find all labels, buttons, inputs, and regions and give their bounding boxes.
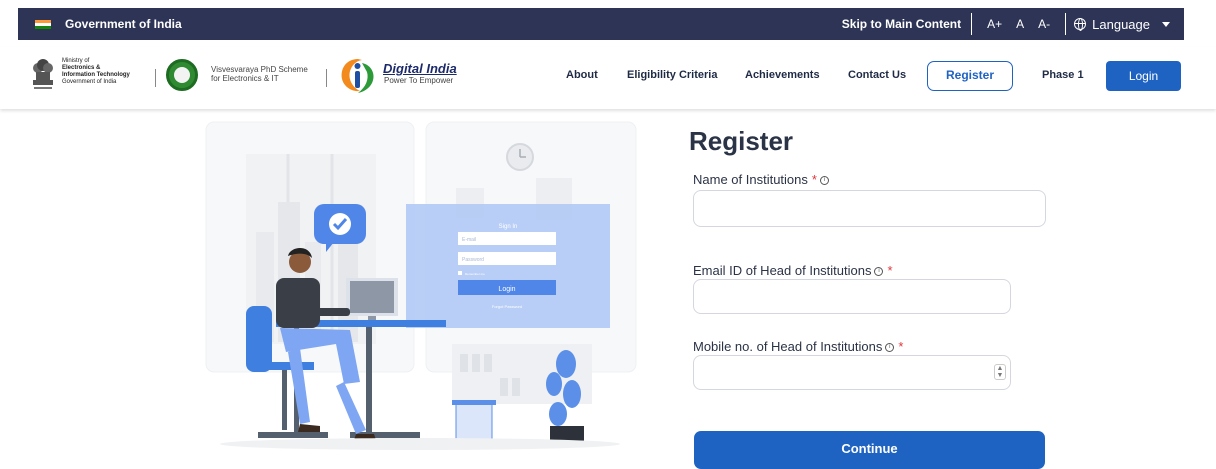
institution-name-label-text: Name of Institutions xyxy=(693,172,808,187)
site-header: Ministry of Electronics & Information Te… xyxy=(0,47,1216,109)
skip-to-main-content-link[interactable]: Skip to Main Content xyxy=(832,13,973,35)
ministry-line-3: Information Technology xyxy=(62,72,130,78)
government-bar-inner: Government of India Skip to Main Content… xyxy=(18,8,1184,40)
continue-button[interactable]: Continue xyxy=(694,431,1045,469)
institution-name-input[interactable] xyxy=(693,190,1046,227)
nav-phase-1[interactable]: Phase 1 xyxy=(1042,69,1084,81)
ministry-line-2: Electronics & xyxy=(62,65,101,71)
ministry-line-1: Ministry of xyxy=(62,58,90,64)
caret-down-icon xyxy=(1162,21,1170,27)
required-marker: * xyxy=(811,172,817,187)
nav-login-button[interactable]: Login xyxy=(1106,61,1181,91)
institution-name-label: Name of Institutions * i xyxy=(693,172,829,187)
government-title: Government of India xyxy=(65,17,182,31)
illustration-forgot: Forgot Password xyxy=(492,304,522,309)
head-email-input[interactable] xyxy=(693,279,1011,314)
nav-about[interactable]: About xyxy=(566,69,598,81)
language-separator xyxy=(1065,13,1067,35)
logo-divider xyxy=(326,69,327,87)
national-emblem-logo xyxy=(33,59,53,89)
illustration-remember: Remember me xyxy=(465,272,485,276)
india-flag-icon xyxy=(35,19,51,29)
nav-register-button[interactable]: Register xyxy=(927,61,1013,91)
language-dropdown[interactable]: Language xyxy=(1074,17,1170,32)
visvesvaraya-scheme-logo xyxy=(166,59,198,91)
font-increase-button[interactable]: A+ xyxy=(980,17,1009,31)
illustration-sign-in-title: Sign In xyxy=(499,224,518,230)
nav-contact-us[interactable]: Contact Us xyxy=(848,69,906,81)
head-mobile-label-text: Mobile no. of Head of Institutions xyxy=(693,339,883,354)
illustration-password-placeholder: Password xyxy=(462,257,484,263)
government-bar: Government of India Skip to Main Content… xyxy=(0,0,1216,47)
head-email-label-text: Email ID of Head of Institutions xyxy=(693,263,872,278)
accessibility-controls: Skip to Main Content A+ A A- Language xyxy=(832,8,1184,40)
font-normal-button[interactable]: A xyxy=(1009,17,1031,31)
head-mobile-input[interactable] xyxy=(693,355,1011,390)
required-marker: * xyxy=(898,339,904,354)
nav-eligibility-criteria[interactable]: Eligibility Criteria xyxy=(627,69,717,81)
register-title: Register xyxy=(689,126,794,156)
illustration-email-placeholder: E-mail xyxy=(462,237,476,243)
font-decrease-button[interactable]: A- xyxy=(1031,17,1057,31)
illustration-login-button: Login xyxy=(498,286,515,293)
logo-divider xyxy=(155,69,156,87)
head-email-label: Email ID of Head of Institutions i * xyxy=(693,263,893,278)
number-stepper-icon[interactable]: ▲ ▼ xyxy=(994,364,1006,380)
info-icon[interactable]: i xyxy=(874,267,884,277)
info-icon[interactable]: i xyxy=(885,343,895,353)
scheme-text: Visvesvaraya PhD Scheme for Electronics … xyxy=(211,65,308,83)
ministry-text: Ministry of Electronics & Information Te… xyxy=(62,58,130,86)
globe-icon xyxy=(1074,18,1087,31)
scheme-line-2: for Electronics & IT xyxy=(211,74,279,83)
language-label: Language xyxy=(1092,16,1150,32)
digital-india-tagline: Power To Empower xyxy=(384,76,454,85)
nav-achievements[interactable]: Achievements xyxy=(745,69,820,81)
login-illustration: Sign In E-mail Password Remember me Logi… xyxy=(205,121,637,450)
head-mobile-label: Mobile no. of Head of Institutions i * xyxy=(693,339,903,354)
info-icon[interactable]: i xyxy=(819,176,829,186)
digital-india-title: Digital India xyxy=(383,61,457,76)
required-marker: * xyxy=(887,263,893,278)
digital-india-logo xyxy=(341,59,374,93)
scheme-line-1: Visvesvaraya PhD Scheme xyxy=(211,65,308,74)
ministry-line-4: Government of India xyxy=(62,79,117,85)
